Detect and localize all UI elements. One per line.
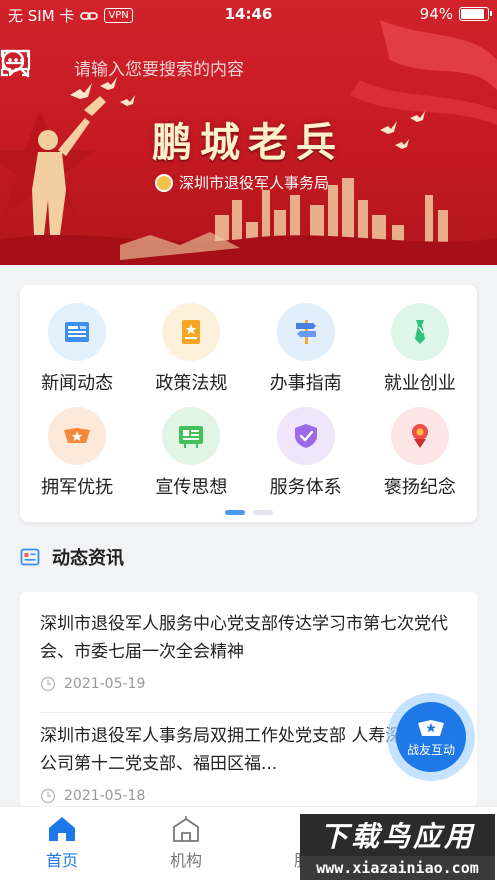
news-meta: 2021-05-19 xyxy=(40,676,460,692)
service-grid-card: 新闻动态 政策法规 办事指南 就业创业 拥军优抚 宣传思想 服务体系 褒扬纪念 xyxy=(20,285,477,522)
news-section-title: 动态资讯 xyxy=(52,548,124,569)
veteran-badge-icon xyxy=(418,719,444,736)
tab-label: 首页 xyxy=(45,851,78,870)
signpost-icon xyxy=(295,320,316,344)
fab-inner: 战友互动 xyxy=(396,702,466,772)
service-icon-bg xyxy=(48,407,107,465)
tie-icon xyxy=(414,320,425,344)
service-label: 褒扬纪念 xyxy=(383,477,456,498)
service-icon-bg xyxy=(276,303,335,361)
banner-subtitle-text: 深圳市退役军人事务局 xyxy=(179,174,330,192)
emblem-icon xyxy=(155,173,173,192)
flower-wreath-icon xyxy=(411,424,428,448)
service-icon-bg xyxy=(276,407,335,465)
watermark: 下载鸟应用 www.xiazainiao.com xyxy=(300,814,495,880)
search-input[interactable] xyxy=(72,56,366,84)
news-item[interactable]: 深圳市退役军人服务中心党支部传达学习市第七次党代会、市委七届一次全会精神 202… xyxy=(40,610,460,692)
service-grid: 新闻动态 政策法规 办事指南 就业创业 拥军优抚 宣传思想 服务体系 褒扬纪念 xyxy=(20,303,477,499)
status-bar: 无 SIM 卡 VPN 14:46 94% xyxy=(0,0,497,28)
tab-home[interactable]: 首页 xyxy=(22,815,102,871)
propaganda-board-icon xyxy=(179,426,204,448)
hero-banner[interactable]: 鹏城老兵 深圳市退役军人事务局 xyxy=(0,0,497,265)
clock-icon xyxy=(40,788,56,804)
status-right: 94% xyxy=(419,5,492,23)
service-item[interactable]: 就业创业 xyxy=(363,303,477,395)
watermark-title: 下载鸟应用 xyxy=(300,814,495,856)
tab-organization[interactable]: 机构 xyxy=(146,815,226,871)
service-label: 服务体系 xyxy=(269,477,342,498)
news-item-title: 深圳市退役军人服务中心党支部传达学习市第七次党代会、市委七届一次全会精神 xyxy=(40,614,448,662)
building-icon xyxy=(173,816,199,842)
home-icon xyxy=(49,817,75,841)
fab-label: 战友互动 xyxy=(406,742,455,757)
clock-icon xyxy=(40,676,56,692)
news-meta: 2021-05-18 xyxy=(40,788,460,804)
news-icon xyxy=(65,322,90,342)
service-label: 宣传思想 xyxy=(155,477,228,498)
news-list-icon xyxy=(20,548,40,566)
news-date: 2021-05-19 xyxy=(64,676,146,692)
battery-percent: 94% xyxy=(419,5,453,23)
service-item[interactable]: 新闻动态 xyxy=(20,303,134,395)
watermark-url: www.xiazainiao.com xyxy=(300,856,495,880)
service-icon-bg xyxy=(162,303,221,361)
service-item[interactable]: 拥军优抚 xyxy=(20,407,134,499)
service-label: 拥军优抚 xyxy=(41,477,114,498)
policy-book-icon xyxy=(182,320,201,344)
service-item[interactable]: 服务体系 xyxy=(249,407,363,499)
service-item[interactable]: 政策法规 xyxy=(134,303,248,395)
military-badge-icon xyxy=(64,428,91,443)
banner-subtitle: 深圳市退役军人事务局 xyxy=(155,172,329,193)
comrade-interaction-button[interactable]: 战友互动 xyxy=(387,693,475,781)
service-label: 新闻动态 xyxy=(41,373,114,394)
news-section-header: 动态资讯 xyxy=(20,543,124,571)
message-icon[interactable] xyxy=(0,48,32,78)
shield-check-icon xyxy=(294,424,317,448)
service-label: 办事指南 xyxy=(269,373,342,394)
tab-label: 机构 xyxy=(169,851,202,870)
search-bar xyxy=(0,48,497,92)
pager-dot-active[interactable] xyxy=(224,510,245,515)
service-item[interactable]: 褒扬纪念 xyxy=(363,407,477,499)
service-item[interactable]: 宣传思想 xyxy=(134,407,248,499)
service-item[interactable]: 办事指南 xyxy=(249,303,363,395)
banner-title: 鹏城老兵 xyxy=(152,119,344,166)
pager-dot[interactable] xyxy=(252,510,273,515)
grid-pager xyxy=(20,510,477,515)
battery-icon xyxy=(459,7,492,21)
service-icon-bg xyxy=(390,303,449,361)
service-icon-bg xyxy=(162,407,221,465)
news-date: 2021-05-18 xyxy=(64,788,146,804)
service-icon-bg xyxy=(390,407,449,465)
service-label: 政策法规 xyxy=(155,373,228,394)
service-label: 就业创业 xyxy=(383,373,456,394)
service-icon-bg xyxy=(48,303,107,361)
